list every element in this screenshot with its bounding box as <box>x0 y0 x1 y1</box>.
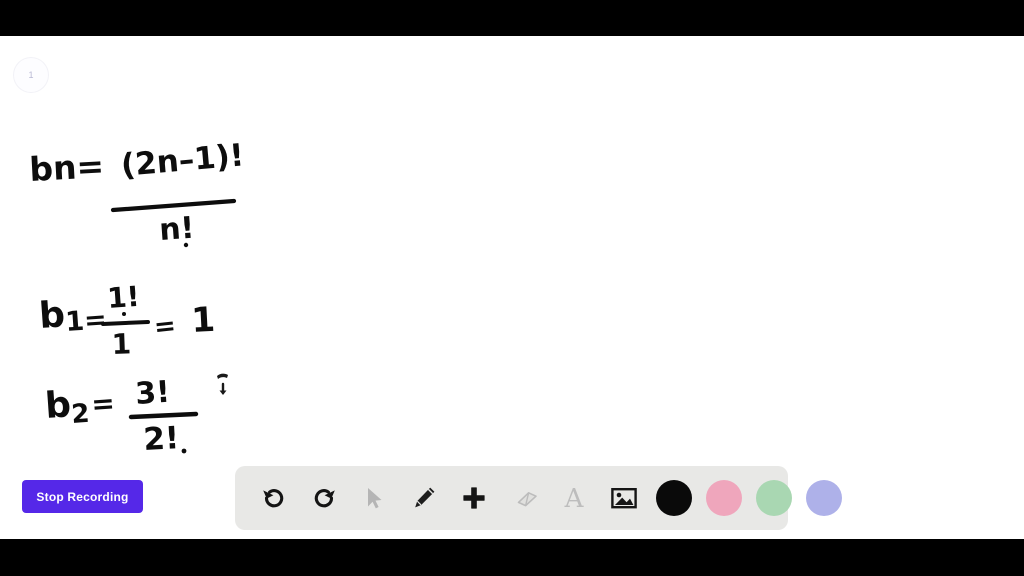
color-swatch-black[interactable] <box>656 480 692 516</box>
svg-text:1!: 1! <box>106 280 140 315</box>
plus-icon[interactable] <box>449 470 499 526</box>
svg-text:1: 1 <box>111 327 132 361</box>
pen-caret-cursor <box>214 367 234 406</box>
page-number-label: 1 <box>28 69 34 80</box>
undo-icon[interactable] <box>249 470 299 526</box>
whiteboard-canvas[interactable]: 1 bn= (2n–1)! n! b 1= 1! 1 = 1 b 2 = 3! … <box>0 36 1024 539</box>
svg-text:=: = <box>90 386 116 421</box>
svg-text:b: b <box>44 384 73 427</box>
redo-icon[interactable] <box>299 470 349 526</box>
svg-text:n!: n! <box>158 211 195 248</box>
svg-text:2!: 2! <box>143 420 181 458</box>
page-number-badge: 1 <box>14 58 48 92</box>
svg-text:1=: 1= <box>64 304 107 338</box>
color-swatch-purple-wrap <box>799 470 849 526</box>
svg-text:3!: 3! <box>134 375 171 412</box>
color-swatch-pink-wrap <box>699 470 749 526</box>
letterbox-bottom-bar <box>0 539 1024 576</box>
svg-text:1: 1 <box>190 300 216 341</box>
pencil-icon[interactable] <box>399 470 449 526</box>
color-swatch-black-wrap <box>649 470 699 526</box>
handwriting-line-3: b 2 = 3! 2! <box>44 375 199 458</box>
svg-text:(2n–1)!: (2n–1)! <box>120 137 246 184</box>
color-swatch-pink[interactable] <box>706 480 742 516</box>
svg-text:=: = <box>153 311 178 343</box>
svg-text:bn=: bn= <box>28 146 105 189</box>
stop-recording-button[interactable]: Stop Recording <box>22 480 143 513</box>
eraser-icon[interactable] <box>499 470 549 526</box>
text-icon[interactable]: A <box>549 470 599 526</box>
svg-text:A: A <box>564 484 585 513</box>
color-swatch-purple[interactable] <box>806 480 842 516</box>
color-swatch-green-wrap <box>749 470 799 526</box>
letterbox-top-bar <box>0 0 1024 36</box>
drawing-toolbar: A <box>235 466 842 530</box>
color-swatch-green[interactable] <box>756 480 792 516</box>
svg-text:b: b <box>38 294 67 337</box>
handwriting-line-1: bn= (2n–1)! n! <box>28 137 245 248</box>
svg-text:2: 2 <box>70 399 90 430</box>
handwriting-ink-layer: bn= (2n–1)! n! b 1= 1! 1 = 1 b 2 = 3! 2! <box>0 36 1024 539</box>
screen-root: 1 bn= (2n–1)! n! b 1= 1! 1 = 1 b 2 = 3! … <box>0 0 1024 576</box>
handwriting-line-2: b 1= 1! 1 = 1 <box>38 280 216 361</box>
image-icon[interactable] <box>599 470 649 526</box>
caret-icon <box>217 373 228 395</box>
cursor-icon[interactable] <box>349 470 399 526</box>
